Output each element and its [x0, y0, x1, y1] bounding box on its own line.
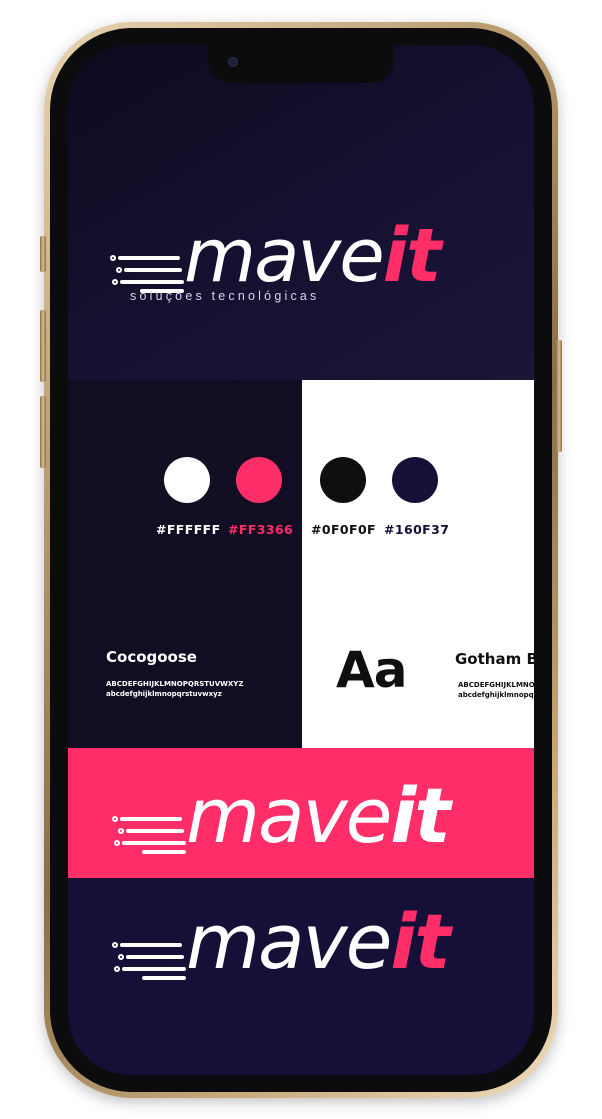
swatch-label-white: #FFFFFF	[156, 522, 221, 537]
logo-word: mave	[184, 213, 385, 299]
speed-lines-icon	[110, 243, 190, 293]
swatch-pink	[236, 457, 282, 503]
volume-up-button	[40, 310, 46, 382]
secondary-font-lowercase: abcdefghijklmnopqrstuvwxyz	[458, 691, 534, 699]
font-sample: Aa	[336, 641, 407, 699]
swatch-label-black: #0F0F0F	[311, 522, 376, 537]
secondary-font-name: Gotham B	[455, 650, 534, 668]
logo-on-navy: maveit	[112, 904, 451, 980]
logo-section: maveit soluções tecnológicas	[68, 45, 534, 380]
logo-accent: it	[390, 771, 450, 860]
speed-lines-icon	[112, 804, 192, 854]
camera-icon	[228, 57, 238, 67]
logo-accent: it	[382, 213, 442, 299]
secondary-font-uppercase: ABCDEFGHIJKLMNOPQRSTUVWXYZ	[458, 681, 534, 689]
power-button	[556, 340, 562, 452]
notch	[208, 45, 394, 83]
pink-logo-band: maveit	[68, 748, 534, 878]
swatch-label-pink: #FF3366	[228, 522, 294, 537]
swatch-label-navy: #160F37	[384, 522, 450, 537]
logo-word: mave	[186, 897, 392, 986]
primary-font-name: Cocogoose	[106, 648, 197, 666]
logo-word: mave	[186, 771, 392, 860]
phone-screen: maveit soluções tecnológicas #FFFFFF #FF…	[68, 45, 534, 1075]
main-logo: maveit	[110, 219, 442, 293]
logo-accent: it	[390, 897, 450, 986]
swatch-navy	[392, 457, 438, 503]
navy-logo-band: maveit	[68, 878, 534, 1075]
volume-down-button	[40, 396, 46, 468]
secondary-font-clip: Gotham B ABCDEFGHIJKLMNOPQRSTUVWXYZ abcd…	[454, 645, 534, 715]
primary-font-uppercase: ABCDEFGHIJKLMNOPQRSTUVWXYZ	[106, 680, 244, 688]
swatch-black	[320, 457, 366, 503]
primary-font-lowercase: abcdefghijklmnopqrstuvwxyz	[106, 690, 222, 698]
logo-on-pink: maveit	[112, 778, 451, 854]
mute-switch	[40, 236, 46, 272]
swatch-white	[164, 457, 210, 503]
tagline: soluções tecnológicas	[130, 289, 320, 303]
speed-lines-icon	[112, 930, 192, 980]
